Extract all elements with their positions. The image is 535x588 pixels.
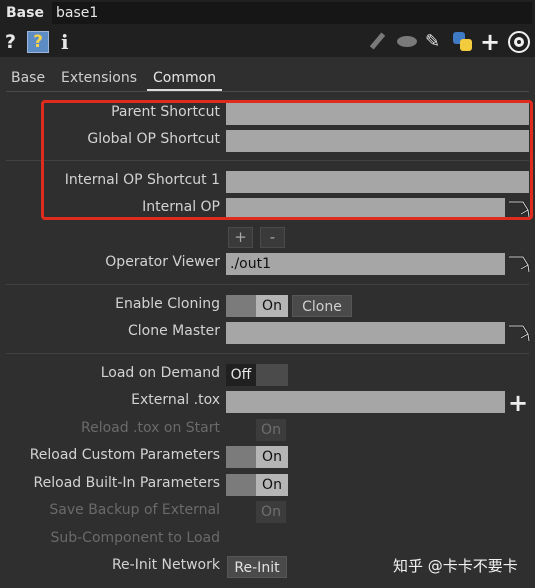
save-backup-of-external-label: Save Backup of External <box>49 502 220 518</box>
operator-name-field[interactable]: base1 <box>52 2 532 24</box>
clone-button[interactable]: Clone <box>292 295 352 317</box>
internal-op-shortcut-1-label: Internal OP Shortcut 1 <box>64 172 220 188</box>
reload-tox-on-start-label: Reload .tox on Start <box>81 420 220 436</box>
watermark-text: 知乎 @卡卡不要卡 <box>393 557 518 575</box>
remove-sequence-button[interactable]: - <box>260 227 285 248</box>
external-tox-field[interactable] <box>226 391 505 413</box>
target-icon[interactable] <box>507 30 531 54</box>
param-global-op-shortcut: Global OP Shortcut <box>0 130 535 152</box>
param-internal-op-shortcut-1: Internal OP Shortcut 1 <box>0 171 535 193</box>
reinit-network-label: Re-Init Network <box>111 557 220 573</box>
param-reload-tox-on-start: Reload .tox on Start On <box>0 419 535 441</box>
param-reload-builtin-parameters: Reload Built-In Parameters On <box>0 474 535 496</box>
toggle-state: On <box>256 295 288 317</box>
clone-master-field[interactable] <box>226 322 505 344</box>
parent-shortcut-label: Parent Shortcut <box>111 104 220 120</box>
op-reference-arrow-icon[interactable] <box>507 198 531 220</box>
section-divider <box>6 284 529 285</box>
operator-viewer-label: Operator Viewer <box>105 254 220 270</box>
param-clone-master: Clone Master <box>0 322 535 344</box>
op-reference-arrow-icon[interactable] <box>507 253 531 275</box>
toggle-state: On <box>256 474 288 496</box>
clone-master-label: Clone Master <box>128 323 220 339</box>
save-backup-of-external-toggle: On <box>256 501 286 523</box>
param-load-on-demand: Load on Demand Off <box>0 364 535 386</box>
add-sequence-button[interactable]: + <box>228 227 253 248</box>
pencil-icon[interactable] <box>371 30 387 54</box>
question-mark-icon[interactable]: ? <box>5 31 16 53</box>
tab-divider <box>6 91 529 92</box>
enable-cloning-label: Enable Cloning <box>115 296 220 312</box>
tab-common[interactable]: Common <box>153 70 216 86</box>
global-op-shortcut-field[interactable] <box>226 130 529 152</box>
toggle-slider <box>226 295 256 317</box>
toggle-state: On <box>256 501 286 523</box>
internal-op-shortcut-1-field[interactable] <box>226 171 529 193</box>
reload-builtin-parameters-toggle[interactable]: On <box>226 474 288 496</box>
toggle-state: Off <box>226 364 256 386</box>
toggle-slider <box>256 364 288 386</box>
external-tox-label: External .tox <box>131 392 220 408</box>
comment-bubble-icon[interactable] <box>396 30 418 54</box>
toggle-slider <box>226 446 256 468</box>
param-sub-component-to-load: Sub-Component to Load <box>0 529 535 551</box>
sub-component-to-load-label: Sub-Component to Load <box>50 530 220 546</box>
enable-cloning-toggle[interactable]: On <box>226 295 288 317</box>
tab-base[interactable]: Base <box>11 70 45 86</box>
internal-op-label: Internal OP <box>142 199 220 215</box>
python-help-icon[interactable]: ? <box>27 31 49 53</box>
toggle-slider <box>226 474 256 496</box>
param-reload-custom-parameters: Reload Custom Parameters On <box>0 446 535 468</box>
plus-icon[interactable]: + <box>480 30 500 54</box>
icon-toolbar: ? ? i ✎ + <box>0 27 535 57</box>
toggle-state: On <box>256 419 286 441</box>
op-reference-arrow-icon[interactable] <box>507 322 531 344</box>
global-op-shortcut-label: Global OP Shortcut <box>87 131 220 147</box>
reinit-button[interactable]: Re-Init <box>227 556 287 578</box>
param-external-tox: External .tox + <box>0 389 535 417</box>
reload-tox-on-start-toggle: On <box>256 419 286 441</box>
section-divider <box>6 353 529 354</box>
parent-shortcut-field[interactable] <box>226 103 529 125</box>
param-enable-cloning: Enable Cloning On Clone <box>0 295 535 317</box>
param-internal-op: Internal OP <box>0 198 535 220</box>
load-on-demand-label: Load on Demand <box>100 365 220 381</box>
python-icon[interactable] <box>452 30 474 54</box>
operator-type-label: Base <box>6 5 44 21</box>
reload-builtin-parameters-label: Reload Built-In Parameters <box>33 475 220 491</box>
clipboard-icon[interactable]: ✎ <box>425 30 447 54</box>
param-parent-shortcut: Parent Shortcut <box>0 103 535 125</box>
reload-custom-parameters-label: Reload Custom Parameters <box>29 447 220 463</box>
param-save-backup-of-external: Save Backup of External On <box>0 501 535 523</box>
load-on-demand-toggle[interactable]: Off <box>226 364 288 386</box>
section-divider <box>6 160 529 161</box>
parameter-tabs: Base Extensions Common <box>0 57 535 93</box>
internal-op-field[interactable] <box>226 198 505 220</box>
title-bar: Base base1 <box>0 0 535 27</box>
tab-extensions[interactable]: Extensions <box>61 70 137 86</box>
toggle-state: On <box>256 446 288 468</box>
operator-viewer-field[interactable]: ./out1 <box>226 253 505 275</box>
info-icon[interactable]: i <box>61 30 69 54</box>
param-operator-viewer: Operator Viewer ./out1 <box>0 253 535 275</box>
browse-file-plus-icon[interactable]: + <box>508 389 528 417</box>
reload-custom-parameters-toggle[interactable]: On <box>226 446 288 468</box>
